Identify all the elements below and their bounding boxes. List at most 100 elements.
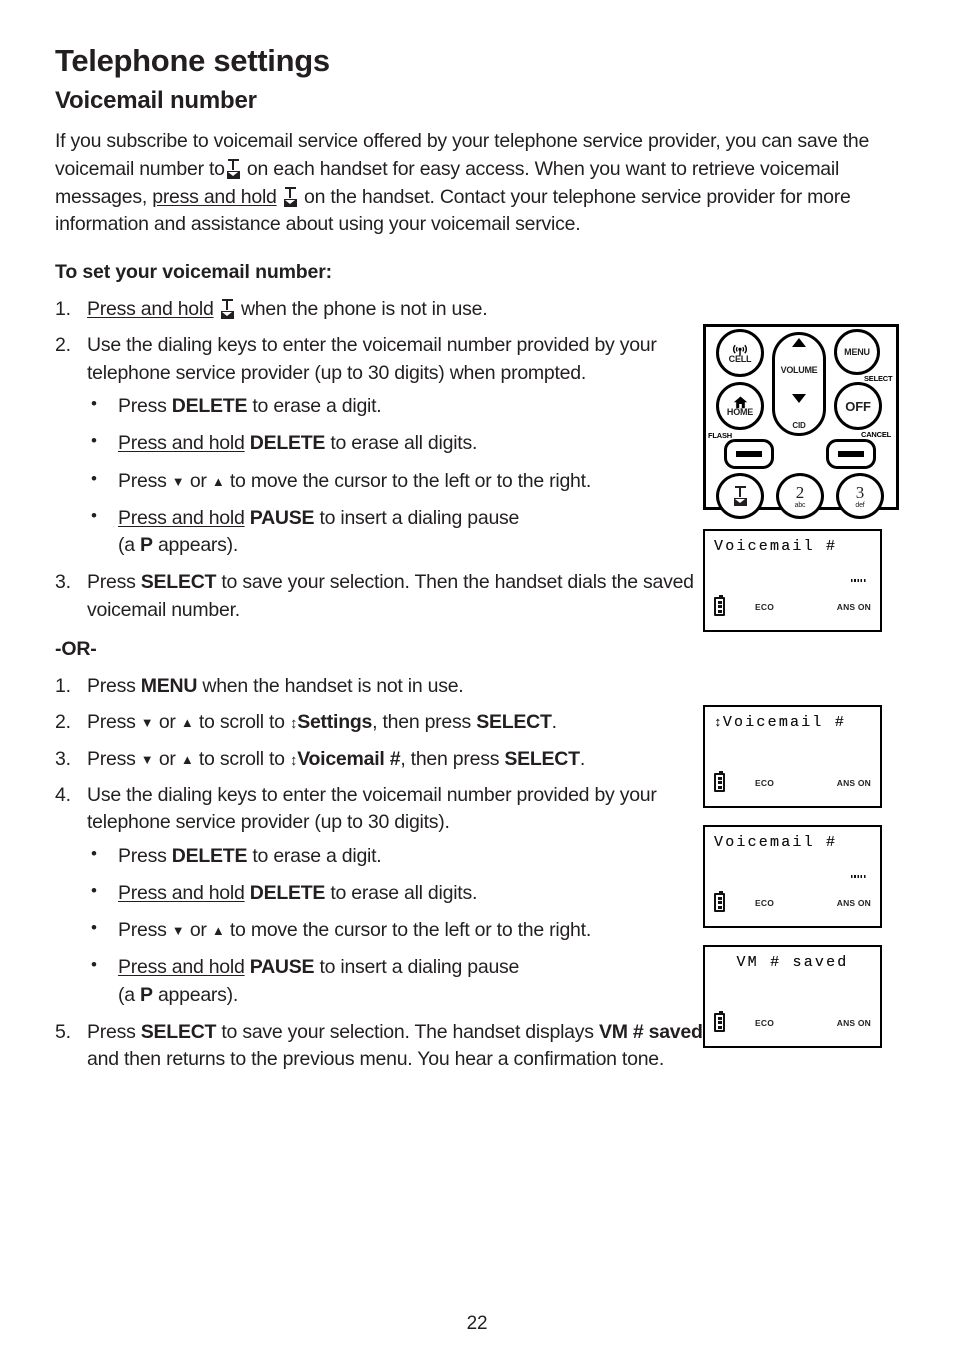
flash-label: FLASH [708, 431, 732, 440]
step-press-and-hold: Press and hold [87, 298, 214, 321]
step-mid3: , then press [372, 711, 472, 734]
volume-label: VOLUME [780, 365, 818, 376]
arrow-down-icon: ▼ [140, 715, 154, 731]
lcd-status-row: ECO ANS ON [705, 595, 880, 616]
cell-button[interactable]: CELL [716, 329, 764, 377]
handset-keypad-diagram: CELL HOME FLASH VOLUME CID MENU SELECT O… [703, 324, 899, 519]
step-number: 3. [55, 571, 71, 594]
lcd-voicemail-number-1: Voicemail # ECO ANS ON [703, 529, 882, 632]
dial-key-1[interactable] [716, 473, 764, 519]
arrow-up-icon: ▲ [180, 715, 194, 731]
list-item: Press DELETE to erase a digit. [87, 842, 705, 870]
volume-down-arrow-icon[interactable] [792, 393, 806, 403]
bullet-tail: to move the cursor to the left or to the… [229, 919, 591, 942]
cancel-label: CANCEL [861, 430, 892, 439]
arrow-up-icon: ▲ [180, 751, 194, 767]
antenna-icon [732, 343, 748, 356]
arrow-up-icon: ▲ [211, 923, 225, 939]
list-item: Press ▼ or ▲ to move the cursor to the l… [87, 467, 705, 495]
off-button[interactable]: OFF [834, 382, 882, 430]
lcd-title-row: Voicemail # [705, 539, 880, 554]
list-item: Press and hold DELETE to erase all digit… [87, 879, 705, 907]
dial-key-2-digit: 2 [795, 482, 805, 502]
select-label: SELECT [864, 374, 893, 383]
content-column: Telephone settings Voicemail number If y… [55, 43, 869, 1083]
lcd-status-row: ECO ANS ON [705, 1011, 880, 1032]
bullet-lead-underline: Press and hold [118, 881, 245, 904]
bullet-p-symbol: P [140, 534, 153, 557]
illustration-column: CELL HOME FLASH VOLUME CID MENU SELECT O… [703, 324, 903, 1048]
step-item: 1. Press and hold when the phone is not i… [55, 296, 705, 323]
battery-icon [714, 891, 725, 912]
step-item: 3. Press SELECT to save your selection. T… [55, 569, 705, 624]
ans-on-indicator: ANS ON [836, 777, 871, 788]
step-text: when the phone is not in use. [240, 298, 488, 321]
bullet-lead: Press [118, 844, 167, 867]
step-mid: or [158, 747, 176, 770]
bullet-lead: Press [118, 394, 167, 417]
step-lead: Press [87, 1021, 136, 1043]
step-item: 2. Press ▼ or ▲ to scroll to ↕Settings, t… [55, 709, 705, 736]
battery-icon [714, 771, 725, 792]
bullet-key: PAUSE [249, 956, 315, 979]
step-key: MENU [140, 675, 198, 698]
volume-rocker[interactable]: VOLUME CID [772, 332, 826, 436]
step-number: 5. [55, 1021, 71, 1043]
bullet-key: DELETE [249, 432, 326, 455]
battery-icon [714, 595, 725, 616]
bullet-tail2-pre: (a [118, 983, 135, 1006]
left-soft-key[interactable] [724, 439, 774, 469]
eco-indicator: ECO [755, 777, 775, 788]
step-mid2: to scroll to [198, 711, 285, 734]
arrow-down-icon: ▼ [171, 923, 185, 939]
soft-key-indicator [735, 451, 763, 457]
up-down-arrow-icon: ↕ [714, 715, 722, 730]
step-mid3: , then press [400, 747, 500, 770]
dial-key-3[interactable]: 3 def [836, 473, 884, 519]
list-item: Press ▼ or ▲ to move the cursor to the l… [87, 916, 705, 944]
off-button-label: OFF [845, 398, 871, 414]
steps-list-primary: 1. Press and hold when the phone is not i… [55, 296, 705, 624]
bullet-mid: or [189, 919, 207, 942]
bullet-lead: Press [118, 919, 167, 942]
lcd-title-row: Voicemail # [705, 835, 880, 850]
press-and-hold-text: press and hold [152, 185, 277, 208]
lcd-voicemail-number-2: Voicemail # ECO ANS ON [703, 825, 882, 928]
cell-button-label: CELL [728, 353, 752, 364]
step-lead: Press [87, 747, 136, 770]
bullet-tail: to insert a dialing pause [319, 956, 520, 979]
step-text: Use the dialing keys to enter the voicem… [87, 334, 657, 384]
page-number: 22 [466, 1313, 488, 1334]
step-number: 1. [55, 675, 71, 698]
bullet-list: Press DELETE to erase a digit. Press and… [87, 392, 705, 560]
step-lead: Press [87, 711, 136, 734]
lcd-cursor-icon [851, 875, 867, 878]
volume-up-arrow-icon[interactable] [792, 338, 806, 347]
menu-item-reference: ↕Settings [290, 711, 372, 733]
ans-on-indicator: ANS ON [836, 1017, 871, 1028]
step-period: . [551, 711, 557, 734]
menu-button[interactable]: MENU [834, 329, 880, 375]
bullet-mid: or [189, 469, 207, 492]
eco-indicator: ECO [755, 601, 775, 612]
home-button[interactable]: HOME [716, 382, 764, 430]
bullet-key: DELETE [171, 844, 248, 867]
step-key: SELECT [140, 571, 217, 594]
list-item: Press and hold PAUSE to insert a dialing… [87, 504, 705, 560]
menu-item-label: Settings [297, 711, 373, 734]
bullet-p-symbol: P [140, 983, 153, 1006]
page-title: Telephone settings [55, 43, 330, 78]
right-soft-key[interactable] [826, 439, 876, 469]
dial-key-2[interactable]: 2 abc [776, 473, 824, 519]
lcd-voicemail-menu: ↕ Voicemail # ECO ANS ON [703, 705, 882, 808]
lcd-title: Voicemail # [722, 714, 847, 731]
bullet-tail2-pre: (a [118, 534, 135, 557]
bullet-tail: to erase a digit. [252, 394, 382, 417]
ans-on-indicator: ANS ON [836, 897, 871, 908]
ans-on-indicator: ANS ON [836, 601, 871, 612]
step-lead: Press [87, 675, 136, 698]
bullet-tail2-post: appears). [157, 983, 239, 1006]
lcd-title: Voicemail # [714, 834, 838, 851]
list-item: Press and hold DELETE to erase all digit… [87, 429, 705, 457]
step-mid: or [158, 711, 176, 734]
